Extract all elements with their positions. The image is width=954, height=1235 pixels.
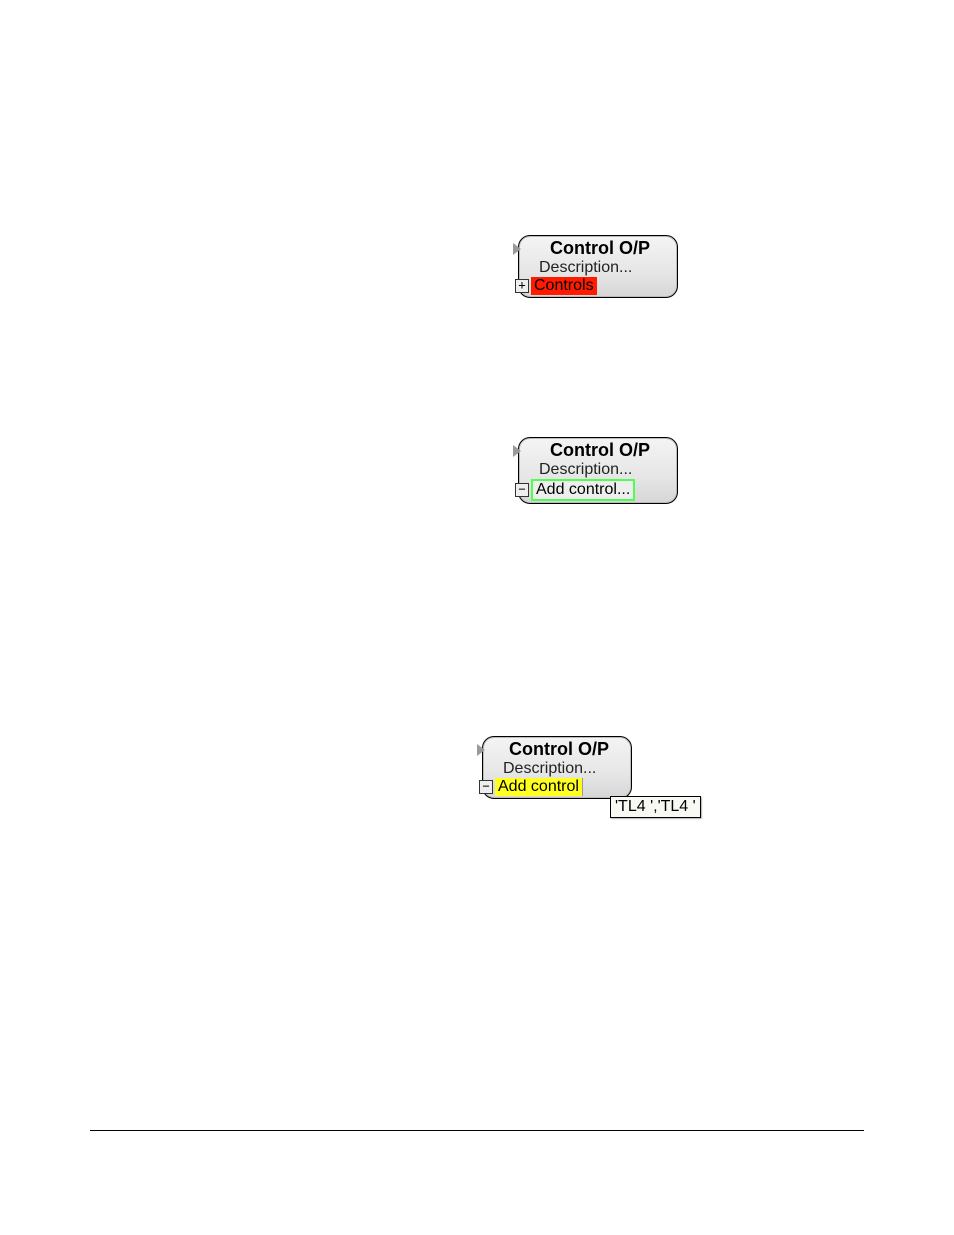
block-title: Control O/P [509,739,609,760]
tooltip: 'TL4 ','TL4 ' [610,796,701,818]
arrow-icon [513,243,521,255]
block-body: Control O/P Description... − Add control [482,736,632,799]
add-control-link[interactable]: Add control... [531,479,635,501]
title-row: Control O/P [519,438,677,461]
title-row: Control O/P [519,236,677,259]
add-control-link-hover[interactable]: Add control [495,778,583,796]
divider [90,1130,864,1131]
control-op-block-with-tooltip: Control O/P Description... − Add control… [482,736,632,799]
description-link[interactable]: Description... [519,461,677,479]
block-title: Control O/P [550,440,650,461]
control-op-block-collapsed: Control O/P Description... + Controls [518,235,678,298]
controls-row: + Controls [519,277,677,295]
control-op-block-expanded: Control O/P Description... − Add control… [518,437,678,504]
block-body: Control O/P Description... + Controls [518,235,678,298]
arrow-icon [477,744,485,756]
expand-toggle[interactable]: + [515,279,529,293]
description-link[interactable]: Description... [519,259,677,277]
arrow-icon [513,445,521,457]
collapse-toggle[interactable]: − [515,483,529,497]
controls-row: − Add control [483,778,631,796]
block-title: Control O/P [550,238,650,259]
block-body: Control O/P Description... − Add control… [518,437,678,504]
collapse-toggle[interactable]: − [479,780,493,794]
controls-label-error[interactable]: Controls [531,277,597,295]
title-row: Control O/P [483,737,631,760]
controls-row: − Add control... [519,479,677,501]
description-link[interactable]: Description... [483,760,631,778]
